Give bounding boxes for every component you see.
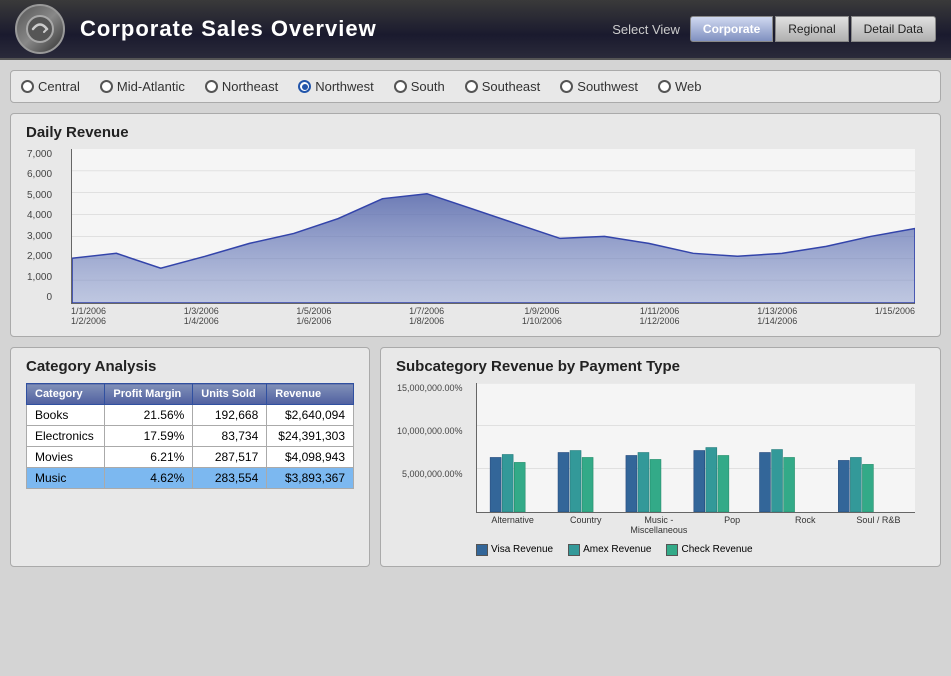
cell-category: Electronics xyxy=(27,426,105,447)
cell-profit: 4.62% xyxy=(105,468,193,489)
table-row[interactable]: Electronics 17.59% 83,734 $24,391,303 xyxy=(27,426,354,447)
view-buttons: Corporate Regional Detail Data xyxy=(690,16,936,42)
radio-northeast xyxy=(205,80,218,93)
tab-mid-atlantic[interactable]: Mid-Atlantic xyxy=(100,79,185,94)
subcategory-title: Subcategory Revenue by Payment Type xyxy=(396,358,925,375)
daily-revenue-title: Daily Revenue xyxy=(26,124,925,141)
cell-units: 283,554 xyxy=(193,468,267,489)
col-revenue: Revenue xyxy=(267,384,354,405)
cell-revenue: $3,893,367 xyxy=(267,468,354,489)
radio-southeast xyxy=(465,80,478,93)
bar-x-labels: Alternative Country Music -Miscellaneous… xyxy=(476,516,915,536)
col-profit: Profit Margin xyxy=(105,384,193,405)
table-header-row: Category Profit Margin Units Sold Revenu… xyxy=(27,384,354,405)
legend-amex-label: Amex Revenue xyxy=(583,544,651,555)
regional-view-button[interactable]: Regional xyxy=(775,16,848,42)
radio-southwest xyxy=(560,80,573,93)
radio-central xyxy=(21,80,34,93)
cell-profit: 21.56% xyxy=(105,405,193,426)
cell-profit: 6.21% xyxy=(105,447,193,468)
x-axis-labels: 1/1/2006 1/2/2006 1/3/2006 1/4/2006 1/5/… xyxy=(71,306,915,326)
select-view-label: Select View xyxy=(612,22,680,37)
tab-northeast[interactable]: Northeast xyxy=(205,79,278,94)
tabs-container: Central Mid-Atlantic Northeast Northwest… xyxy=(10,70,941,103)
detail-data-view-button[interactable]: Detail Data xyxy=(851,16,936,42)
category-section: Category Analysis Category Profit Margin… xyxy=(10,347,370,567)
cell-profit: 17.59% xyxy=(105,426,193,447)
bar-chart-area: 15,000,000.00% 10,000,000.00% 5,000,000.… xyxy=(476,383,915,513)
cell-units: 192,668 xyxy=(193,405,267,426)
cell-units: 83,734 xyxy=(193,426,267,447)
cell-category: Books xyxy=(27,405,105,426)
corporate-view-button[interactable]: Corporate xyxy=(690,16,773,42)
daily-revenue-chart: 7,000 6,000 5,000 4,000 3,000 2,000 1,00… xyxy=(71,149,915,304)
header: Corporate Sales Overview Select View Cor… xyxy=(0,0,951,60)
legend-amex: Amex Revenue xyxy=(568,544,651,556)
cell-category: Movies xyxy=(27,447,105,468)
tab-northwest[interactable]: Northwest xyxy=(298,79,374,94)
legend-amex-color xyxy=(568,544,580,556)
radio-mid-atlantic xyxy=(100,80,113,93)
bar-y-axis: 15,000,000.00% 10,000,000.00% 5,000,000.… xyxy=(397,383,468,512)
cell-units: 287,517 xyxy=(193,447,267,468)
tab-south[interactable]: South xyxy=(394,79,445,94)
radio-northwest xyxy=(298,80,311,93)
col-category: Category xyxy=(27,384,105,405)
cell-category: Music xyxy=(27,468,105,489)
legend-visa-label: Visa Revenue xyxy=(491,544,553,555)
cell-revenue: $24,391,303 xyxy=(267,426,354,447)
legend: Visa Revenue Amex Revenue Check Revenue xyxy=(476,544,925,556)
table-row[interactable]: Movies 6.21% 287,517 $4,098,943 xyxy=(27,447,354,468)
radio-web xyxy=(658,80,671,93)
cell-revenue: $2,640,094 xyxy=(267,405,354,426)
legend-visa: Visa Revenue xyxy=(476,544,553,556)
tab-southeast[interactable]: Southeast xyxy=(465,79,541,94)
y-axis: 7,000 6,000 5,000 4,000 3,000 2,000 1,00… xyxy=(27,149,57,303)
legend-check: Check Revenue xyxy=(666,544,752,556)
cell-revenue: $4,098,943 xyxy=(267,447,354,468)
logo xyxy=(15,4,65,54)
table-row-highlighted[interactable]: Music 4.62% 283,554 $3,893,367 xyxy=(27,468,354,489)
legend-visa-color xyxy=(476,544,488,556)
radio-south xyxy=(394,80,407,93)
page-title: Corporate Sales Overview xyxy=(80,16,612,42)
bottom-row: Category Analysis Category Profit Margin… xyxy=(10,347,941,567)
category-title: Category Analysis xyxy=(26,358,354,375)
tab-central[interactable]: Central xyxy=(21,79,80,94)
tab-web[interactable]: Web xyxy=(658,79,702,94)
legend-check-color xyxy=(666,544,678,556)
tab-southwest[interactable]: Southwest xyxy=(560,79,638,94)
category-table: Category Profit Margin Units Sold Revenu… xyxy=(26,383,354,489)
table-row[interactable]: Books 21.56% 192,668 $2,640,094 xyxy=(27,405,354,426)
daily-revenue-section: Daily Revenue 7,000 6,000 5,000 4,000 3,… xyxy=(10,113,941,337)
main-content: Central Mid-Atlantic Northeast Northwest… xyxy=(0,60,951,676)
col-units: Units Sold xyxy=(193,384,267,405)
legend-check-label: Check Revenue xyxy=(681,544,752,555)
subcategory-section: Subcategory Revenue by Payment Type 15,0… xyxy=(380,347,941,567)
